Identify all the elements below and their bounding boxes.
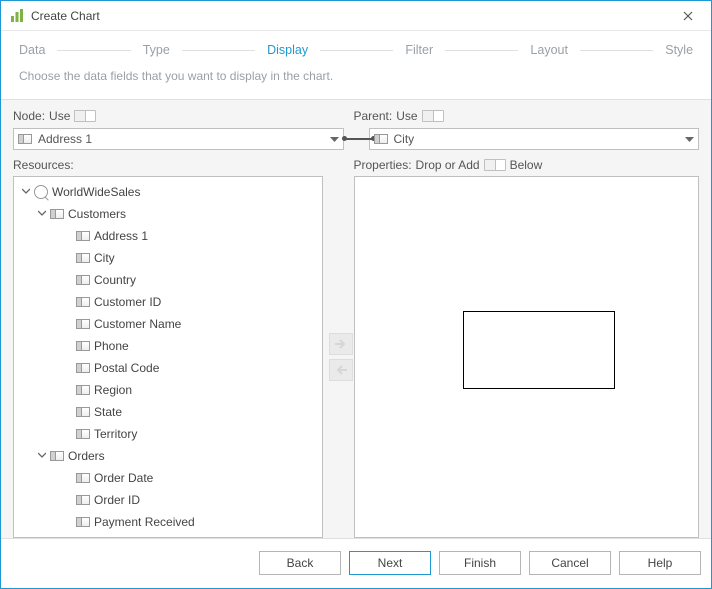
tree-row[interactable]: Customer Name — [14, 313, 322, 335]
parent-use-toggle[interactable] — [422, 110, 444, 122]
step-data[interactable]: Data — [17, 43, 47, 57]
finish-button[interactable]: Finish — [439, 551, 521, 575]
field-icon — [76, 275, 90, 285]
parent-combo-value: City — [394, 132, 415, 146]
tree-label: Territory — [94, 427, 137, 441]
app-icon — [9, 8, 25, 24]
node-combo[interactable]: Address 1 — [13, 128, 344, 150]
close-icon[interactable] — [673, 1, 703, 31]
properties-toggle[interactable] — [484, 159, 506, 171]
chevron-down-icon — [685, 132, 694, 146]
remove-arrow-button[interactable] — [329, 359, 353, 381]
parent-combo[interactable]: City — [369, 128, 700, 150]
step-filter[interactable]: Filter — [403, 43, 435, 57]
tree-label: Region — [94, 383, 132, 397]
footer-buttons: Back Next Finish Cancel Help — [1, 538, 711, 586]
field-icon — [76, 297, 90, 307]
use-label: Use — [49, 109, 70, 123]
field-icon — [76, 231, 90, 241]
step-layout[interactable]: Layout — [528, 43, 570, 57]
drop-add-label: Drop or Add — [416, 158, 480, 172]
tree-row[interactable]: Order ID — [14, 489, 322, 511]
node-label-row: Node: Use — [13, 106, 359, 126]
folder-icon — [50, 209, 64, 219]
cancel-button[interactable]: Cancel — [529, 551, 611, 575]
use-label-parent: Use — [396, 109, 417, 123]
resources-tree[interactable]: WorldWideSales Customers Address 1 City C… — [13, 176, 323, 538]
tree-label: City — [94, 251, 115, 265]
node-parent-connector — [344, 138, 374, 140]
tree-row[interactable]: WorldWideSales — [14, 181, 322, 203]
below-label: Below — [510, 158, 543, 172]
tree-row[interactable]: City — [14, 247, 322, 269]
parent-label-row: Parent: Use — [354, 106, 700, 126]
instruction-text: Choose the data fields that you want to … — [1, 65, 711, 100]
tree-label: Customer ID — [94, 295, 161, 309]
tree-row[interactable]: Country — [14, 269, 322, 291]
field-icon — [76, 429, 90, 439]
tree-label: State — [94, 405, 122, 419]
tree-row[interactable]: State — [14, 401, 322, 423]
properties-label-row: Properties: Drop or Add Below — [354, 156, 700, 174]
tree-label: Customer Name — [94, 317, 181, 331]
node-combo-value: Address 1 — [38, 132, 92, 146]
back-button[interactable]: Back — [259, 551, 341, 575]
field-icon — [18, 134, 32, 144]
query-icon — [34, 185, 48, 199]
tree-row[interactable]: Orders — [14, 445, 322, 467]
step-type[interactable]: Type — [141, 43, 172, 57]
step-style[interactable]: Style — [663, 43, 695, 57]
add-arrow-button[interactable] — [329, 333, 353, 355]
expand-icon[interactable] — [36, 209, 48, 220]
tree-label: Postal Code — [94, 361, 159, 375]
field-icon — [76, 363, 90, 373]
next-button[interactable]: Next — [349, 551, 431, 575]
tree-row[interactable]: Region — [14, 379, 322, 401]
tree-row[interactable]: Address 1 — [14, 225, 322, 247]
tree-row[interactable]: Order Date — [14, 467, 322, 489]
tree-row[interactable]: Customer ID — [14, 291, 322, 313]
expand-icon[interactable] — [36, 451, 48, 462]
tree-label: Orders — [68, 449, 105, 463]
tree-row[interactable]: Phone — [14, 335, 322, 357]
folder-icon — [50, 451, 64, 461]
properties-label: Properties: — [354, 158, 412, 172]
tree-row[interactable]: Payment Received — [14, 511, 322, 533]
field-icon — [76, 385, 90, 395]
drop-target-box[interactable] — [463, 311, 615, 389]
field-icon — [76, 473, 90, 483]
field-icon — [76, 319, 90, 329]
tree-row[interactable]: Customers — [14, 203, 322, 225]
combo-connector-row: Address 1 — [13, 128, 374, 150]
field-icon — [76, 407, 90, 417]
tree-label: Address 1 — [94, 229, 148, 243]
tree-label: WorldWideSales — [52, 185, 140, 199]
tree-label: Order ID — [94, 493, 140, 507]
window-title: Create Chart — [31, 9, 100, 23]
tree-row[interactable]: Territory — [14, 423, 322, 445]
field-icon — [374, 134, 388, 144]
help-button[interactable]: Help — [619, 551, 701, 575]
tree-label: Phone — [94, 339, 129, 353]
properties-panel[interactable] — [354, 176, 700, 538]
field-icon — [76, 517, 90, 527]
node-label: Node: — [13, 109, 45, 123]
title-bar: Create Chart — [1, 1, 711, 31]
tree-row[interactable]: Postal Code — [14, 357, 322, 379]
parent-label: Parent: — [354, 109, 393, 123]
field-icon — [76, 495, 90, 505]
wizard-steps: Data Type Display Filter Layout Style — [1, 31, 711, 65]
field-icon — [76, 341, 90, 351]
tree-label: Payment Received — [94, 515, 195, 529]
expand-icon[interactable] — [20, 187, 32, 198]
tree-label: Customers — [68, 207, 126, 221]
tree-label: Order Date — [94, 471, 153, 485]
tree-label: Country — [94, 273, 136, 287]
field-icon — [76, 253, 90, 263]
node-use-toggle[interactable] — [74, 110, 96, 122]
resources-label: Resources: — [13, 156, 359, 174]
content-area: Node: Use Address 1 Resources: WorldWide… — [1, 100, 711, 538]
chevron-down-icon — [330, 132, 339, 146]
step-display[interactable]: Display — [265, 43, 310, 57]
